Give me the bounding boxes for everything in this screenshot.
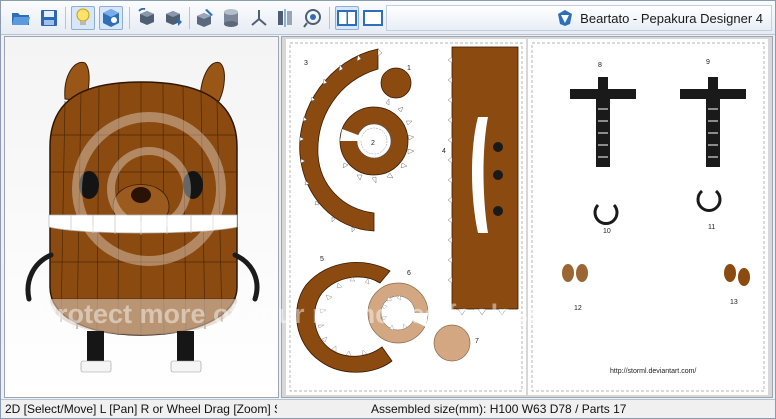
beartato-3d-model [25,61,260,373]
toolbar-separator [65,7,66,29]
part-label-4: 4 [442,148,446,155]
view-3d-pane[interactable] [4,36,279,398]
window-title: Beartato - Pepakura Designer 4 [580,10,763,26]
view-eye-icon[interactable] [301,6,325,30]
title-bar: Beartato - Pepakura Designer 4 [386,5,772,31]
part-label-9: 9 [706,59,710,66]
main-area: 1 2 3 4 5 6 7 8 9 10 11 12 13 http://sto… [1,36,775,400]
part-label-6: 6 [407,270,411,277]
mirror-icon[interactable] [273,6,297,30]
paper-layout: 1 2 3 4 5 6 7 8 9 10 11 12 13 http://sto… [286,39,768,395]
credit-url: http://storml.deviantart.com/ [610,368,696,375]
part-label-13: 13 [730,299,738,306]
move-cube-icon[interactable] [161,6,185,30]
app-logo-icon [556,9,574,27]
part-7-circle [433,324,471,362]
toolbar-separator [329,7,330,29]
part-label-5: 5 [320,256,324,263]
part-label-11: 11 [708,224,715,231]
cylinder-icon[interactable] [219,6,243,30]
toolbar: Beartato - Pepakura Designer 4 [1,1,775,35]
part-label-7: 7 [475,338,479,345]
pepakura-window: Beartato - Pepakura Designer 4 1 2 3 4 5… [0,0,776,419]
status-assembled-size: Assembled size(mm): H100 W63 D78 / Parts… [371,402,627,416]
lightbulb-icon[interactable] [71,6,95,30]
split-view-icon[interactable] [335,6,359,30]
status-mode-hint: 2D [Select/Move] L [Pan] R or Wheel Drag… [5,402,277,416]
rotate-cube-icon[interactable] [135,6,159,30]
axes-icon[interactable] [247,6,271,30]
part-4-strip [451,46,519,310]
toolbar-separator [189,7,190,29]
part-label-3: 3 [304,60,308,67]
part-label-2: 2 [371,140,375,147]
status-bar: 2D [Select/Move] L [Pan] R or Wheel Drag… [1,399,775,418]
part-label-1: 1 [407,65,411,72]
part-label-12: 12 [574,305,582,312]
toolbar-separator [129,7,130,29]
part-1-circle [380,67,412,99]
cube-edit-icon[interactable] [193,6,217,30]
view-2d-pane[interactable]: 1 2 3 4 5 6 7 8 9 10 11 12 13 http://sto… [281,36,773,398]
part-label-8: 8 [598,62,602,69]
save-disk-icon[interactable] [37,6,61,30]
open-folder-icon[interactable] [9,6,33,30]
part-6-ring [367,282,429,344]
part-label-10: 10 [603,228,611,235]
single-view-icon[interactable] [361,6,385,30]
texture-cube-icon[interactable] [99,6,123,30]
